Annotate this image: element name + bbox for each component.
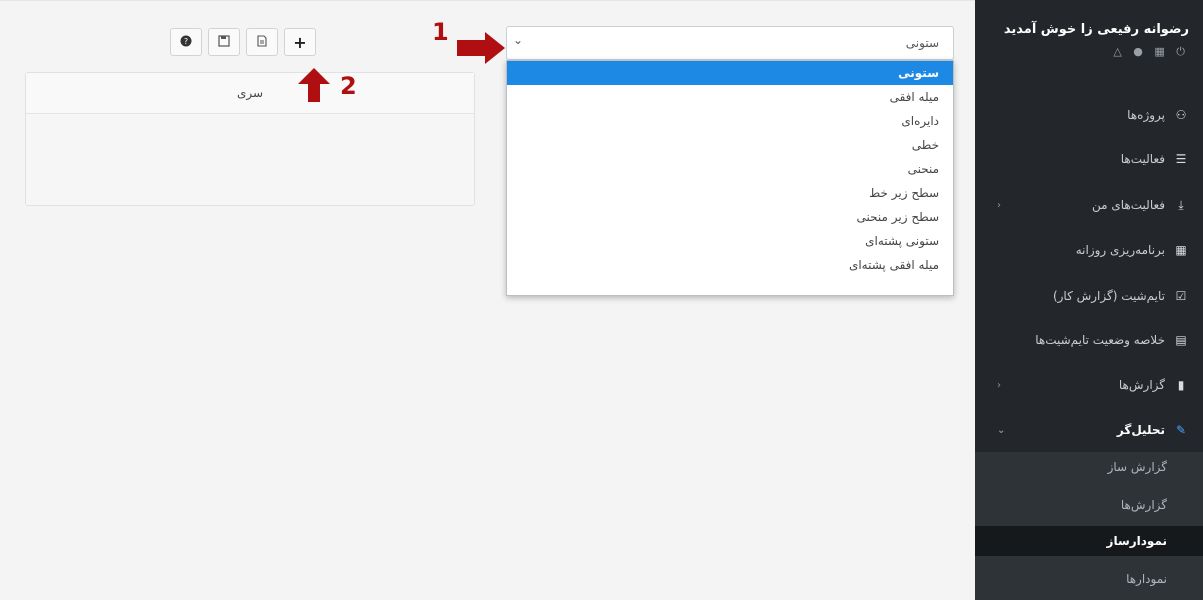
chart-type-value: ستونی <box>905 36 939 50</box>
series-panel: سری <box>25 72 475 206</box>
users-icon: ⚇ <box>1175 108 1187 122</box>
sidebar-item-daily-planning[interactable]: ▦ برنامه‌ریزی روزانه <box>975 233 1203 267</box>
welcome-text: رضوانه رفیعی زا خوش آمدید <box>1003 22 1189 37</box>
option-line[interactable]: خطی <box>507 133 953 157</box>
chart-toolbar: ? + <box>170 28 316 58</box>
option-column[interactable]: ستونی <box>507 61 953 85</box>
sidebar-item-label: فعالیت‌ها <box>1120 152 1165 166</box>
annotation-number-1: 1 <box>432 18 449 46</box>
option-stacked-column[interactable]: ستونی پشته‌ای <box>507 229 953 253</box>
annotation-number-2: 2 <box>340 72 357 100</box>
help-icon: ? <box>180 35 192 50</box>
list-icon: ☰ <box>1175 152 1187 166</box>
option-pie[interactable]: دایره‌ای <box>507 109 953 133</box>
chevron-down-icon: ⌄ <box>513 33 524 47</box>
submenu-item-charts[interactable]: نمودارها <box>975 564 1203 594</box>
save-icon <box>218 34 230 50</box>
svg-text:?: ? <box>184 37 188 46</box>
chevron-left-icon: ‹ <box>997 379 1001 391</box>
chevron-left-icon: ‹ <box>997 199 1001 211</box>
annotation-arrow-right-icon <box>457 32 505 64</box>
chevron-down-icon: ⌄ <box>997 424 1006 436</box>
sidebar-item-activities[interactable]: ☰ فعالیت‌ها <box>975 142 1203 176</box>
calendar-icon: ▦ <box>1175 243 1187 257</box>
save-button[interactable] <box>208 28 240 56</box>
submenu-item-report-builder[interactable]: گزارش ساز <box>975 452 1203 482</box>
sidebar-item-label: گزارش‌ها <box>1118 378 1165 392</box>
document-icon <box>256 34 268 50</box>
sidebar-item-label: برنامه‌ریزی روزانه <box>1075 243 1165 257</box>
sidebar-item-projects[interactable]: ⚇ پروژه‌ها <box>975 98 1203 132</box>
sidebar-item-label: تحلیل‌گر <box>1116 423 1165 437</box>
chart-type-select[interactable]: ستونی ⌄ <box>506 26 954 60</box>
table-icon: ▤ <box>1175 333 1187 347</box>
sidebar-item-reports[interactable]: ▮ گزارش‌ها ‹ <box>975 368 1203 402</box>
series-header: سری <box>26 73 474 114</box>
sidebar-item-timesheet[interactable]: ☑ تایم‌شیت (گزارش کار) <box>975 279 1203 313</box>
sidebar-header: رضوانه رفیعی زا خوش آمدید ⏻ ▦ ● △ <box>975 0 1203 69</box>
option-area-line[interactable]: سطح زیر خط <box>507 181 953 205</box>
main-area: ? + سری 2 1 ستونی ⌄ ستونی میله افقی دایر… <box>0 0 975 600</box>
submenu-item-chart-builder[interactable]: نمودارساز <box>975 526 1203 556</box>
calendar-check-icon: ☑ <box>1175 289 1187 303</box>
sidebar-item-timesheet-summary[interactable]: ▤ خلاصه وضعیت تایم‌شیت‌ها <box>975 323 1203 357</box>
submenu-item-reports[interactable]: گزارش‌ها <box>975 490 1203 520</box>
file-icon: ▮ <box>1177 378 1185 392</box>
top-border <box>0 0 975 1</box>
analyzer-submenu: گزارش ساز گزارش‌ها نمودارساز نمودارها <box>975 452 1203 600</box>
option-area-curve[interactable]: سطح زیر منحنی <box>507 205 953 229</box>
sidebar-item-label: خلاصه وضعیت تایم‌شیت‌ها <box>1035 333 1165 347</box>
download-icon: ⤓ <box>1178 197 1184 212</box>
sidebar-item-analyzer[interactable]: ✎ تحلیل‌گر ⌄ <box>975 413 1203 447</box>
sidebar-item-my-activities[interactable]: ⤓ فعالیت‌های من ‹ <box>975 188 1203 222</box>
annotation-arrow-up-icon <box>298 68 330 102</box>
option-horizontal-bar[interactable]: میله افقی <box>507 85 953 109</box>
option-curve[interactable]: منحنی <box>507 157 953 181</box>
sidebar-item-label: تایم‌شیت (گزارش کار) <box>1052 289 1165 303</box>
help-button[interactable]: ? <box>170 28 202 56</box>
chart-type-dropdown: ستونی میله افقی دایره‌ای خطی منحنی سطح ز… <box>506 60 954 296</box>
pen-icon: ✎ <box>1175 423 1187 437</box>
sidebar-item-label: فعالیت‌های من <box>1092 198 1165 212</box>
user-actions-icon[interactable]: ⏻ ▦ ● △ <box>989 45 1189 59</box>
add-series-button[interactable]: + <box>284 28 316 56</box>
sidebar-item-label: پروژه‌ها <box>1127 108 1165 122</box>
option-stacked-horizontal-bar[interactable]: میله افقی پشته‌ای <box>507 253 953 277</box>
new-document-button[interactable] <box>246 28 278 56</box>
